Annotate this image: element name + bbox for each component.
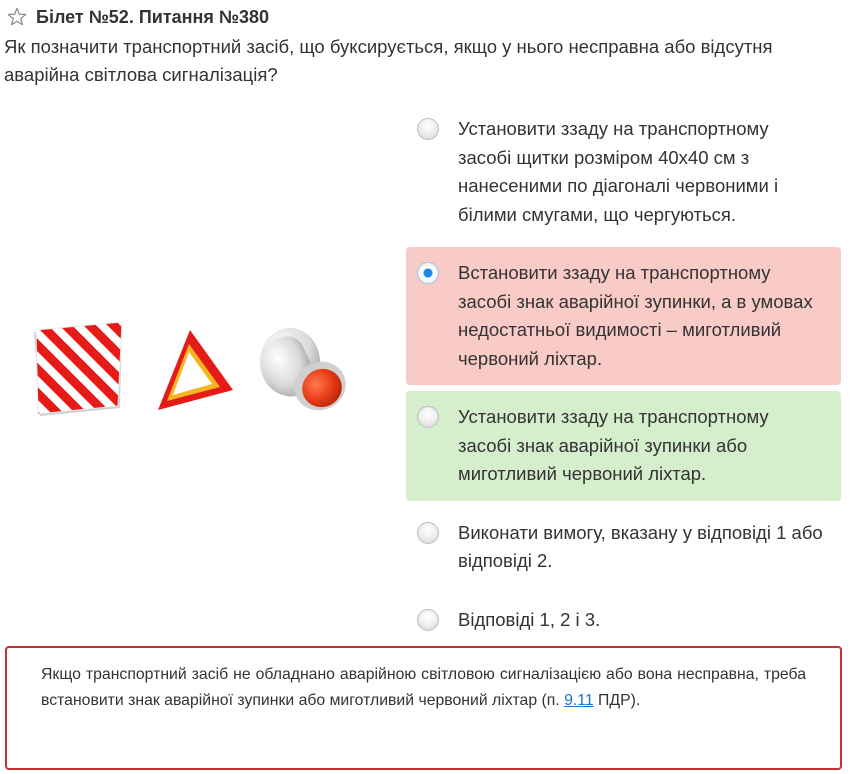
striped-plate-icon: [34, 321, 123, 416]
radio-button-1[interactable]: [417, 118, 439, 140]
question-illustration: [34, 321, 346, 416]
ticket-title: Білет №52. Питання №380: [36, 6, 269, 27]
star-icon[interactable]: [6, 6, 28, 28]
red-lamp-icon: [260, 328, 346, 411]
warning-triangle-icon: [158, 330, 233, 410]
answer-text-1: Установити ззаду на транспортному засобі…: [458, 118, 779, 225]
explanation-box: Якщо транспортний засіб не обладнано ава…: [5, 646, 842, 770]
radio-button-3[interactable]: [417, 406, 439, 428]
answer-text-3: Установити ззаду на транспортному засобі…: [458, 406, 769, 484]
answer-text-4: Виконати вимогу, вказану у відповіді 1 а…: [458, 521, 823, 572]
answer-option-1[interactable]: Установити ззаду на транспортному засобі…: [406, 103, 841, 241]
answers-list: Установити ззаду на транспортному засобі…: [406, 103, 841, 652]
question-text: Як позначити транспортний засіб, що букс…: [4, 36, 773, 85]
explanation-text: Якщо транспортний засіб не обладнано ава…: [41, 666, 806, 709]
answer-text-5: Відповіді 1, 2 і 3.: [458, 608, 601, 630]
answer-option-5[interactable]: Відповіді 1, 2 і 3.: [406, 594, 841, 647]
answer-option-3[interactable]: Установити ззаду на транспортному засобі…: [406, 391, 841, 501]
question-header: Білет №52. Питання №380: [6, 6, 269, 28]
answer-option-2[interactable]: Встановити ззаду на транспортному засобі…: [406, 247, 841, 385]
radio-button-4[interactable]: [417, 521, 439, 544]
answer-text-2: Встановити ззаду на транспортному засобі…: [458, 262, 813, 369]
radio-button-2[interactable]: [417, 262, 439, 284]
answer-option-4[interactable]: Виконати вимогу, вказану у відповіді 1 а…: [406, 507, 841, 588]
rule-link[interactable]: 9.11: [564, 692, 594, 709]
radio-button-5[interactable]: [417, 608, 439, 631]
